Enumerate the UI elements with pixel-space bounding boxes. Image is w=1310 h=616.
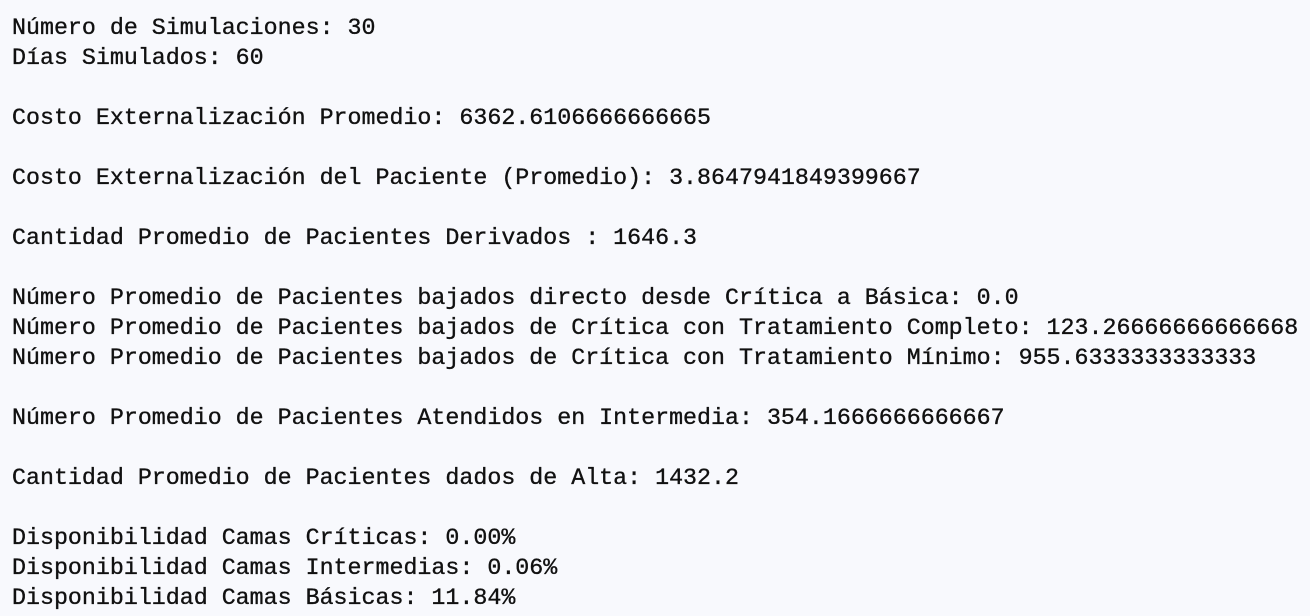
avg-referred-patients-line: Cantidad Promedio de Pacientes Derivados…	[12, 225, 698, 251]
simulations-line: Número de Simulaciones: 30	[12, 15, 376, 41]
discharged-line: Cantidad Promedio de Pacientes dados de …	[12, 465, 739, 491]
days-line: Días Simulados: 60	[12, 45, 264, 71]
beds-intermediate-line: Disponibilidad Camas Intermedias: 0.06%	[12, 555, 558, 581]
avg-patient-outsourcing-cost-line: Costo Externalización del Paciente (Prom…	[12, 165, 921, 191]
lowered-minimum-line: Número Promedio de Pacientes bajados de …	[12, 345, 1257, 371]
lowered-direct-line: Número Promedio de Pacientes bajados dir…	[12, 285, 1019, 311]
avg-outsourcing-cost-line: Costo Externalización Promedio: 6362.610…	[12, 105, 712, 131]
beds-critical-line: Disponibilidad Camas Críticas: 0.00%	[12, 525, 516, 551]
console-output: Número de Simulaciones: 30 Días Simulados…	[0, 0, 1310, 613]
beds-basic-line: Disponibilidad Camas Básicas: 11.84%	[12, 585, 516, 611]
lowered-complete-line: Número Promedio de Pacientes bajados de …	[12, 315, 1299, 341]
attended-intermediate-line: Número Promedio de Pacientes Atendidos e…	[12, 405, 1005, 431]
